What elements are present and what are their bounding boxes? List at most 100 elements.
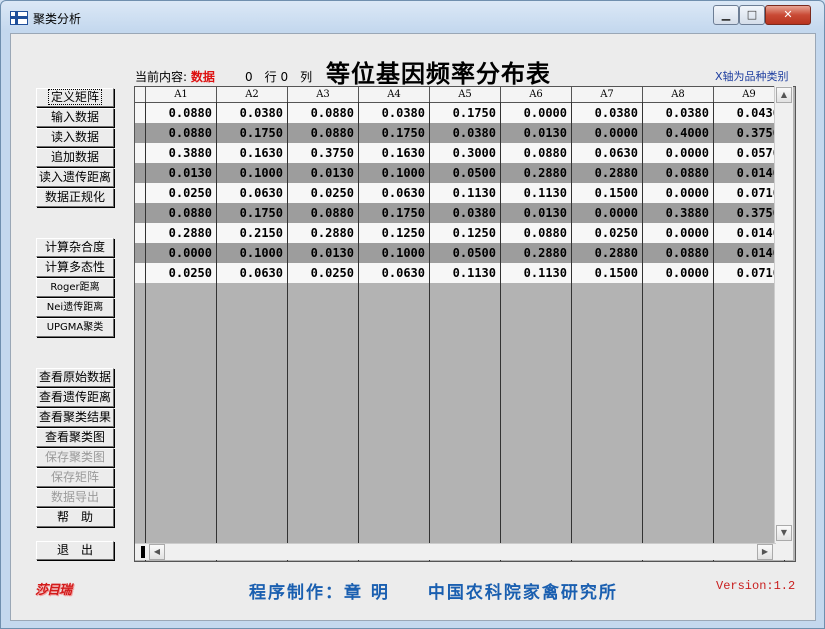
table-cell[interactable]: 0.0250 (146, 263, 217, 283)
table-row[interactable]: 0.2880 0.2150 0.2880 0.1250 0.1250 0.0880 0.02… (135, 223, 785, 243)
table-cell[interactable]: 0.0000 (146, 243, 217, 263)
scroll-right-arrow-icon[interactable]: ▶ (757, 544, 773, 560)
table-cell[interactable]: 0.1630 (217, 143, 288, 163)
table-cell[interactable]: 0.0880 (146, 203, 217, 223)
table-cell[interactable]: 0.0380 (217, 103, 288, 123)
title-bar[interactable]: 聚类分析 ▁ □ ✕ (1, 1, 824, 31)
table-cell[interactable]: 0.0000 (572, 123, 643, 143)
table-cell[interactable]: 0.0880 (288, 203, 359, 223)
sidebar-button[interactable]: 读入遗传距离 (36, 168, 114, 187)
column-header[interactable]: A2 (217, 87, 288, 102)
table-cell[interactable]: 0.0250 (288, 263, 359, 283)
table-cell[interactable]: 0.0000 (572, 203, 643, 223)
sidebar-button[interactable]: 查看聚类结果 (36, 408, 114, 427)
table-cell[interactable]: 0.1750 (430, 103, 501, 123)
table-cell[interactable]: 0.1000 (217, 243, 288, 263)
table-cell[interactable]: 0.0880 (501, 223, 572, 243)
data-grid[interactable]: A1 A2 A3 A4 A5 A6 A7 A8 A9 0.0880 0.0380 0.0880 0.0… (134, 86, 796, 562)
table-cell[interactable]: 0.0500 (430, 163, 501, 183)
sidebar-button[interactable]: 查看聚类图 (36, 428, 114, 447)
table-cell[interactable]: 0.0630 (359, 263, 430, 283)
table-cell[interactable]: 0.0130 (501, 203, 572, 223)
sidebar-button[interactable]: 追加数据 (36, 148, 114, 167)
table-cell[interactable]: 0.0630 (217, 183, 288, 203)
table-cell[interactable]: 0.0130 (146, 163, 217, 183)
table-cell[interactable]: 0.0630 (359, 183, 430, 203)
table-cell[interactable]: 0.1130 (501, 263, 572, 283)
scroll-up-arrow-icon[interactable]: ▲ (776, 87, 792, 103)
table-cell[interactable]: 0.0130 (288, 243, 359, 263)
table-cell[interactable]: 0.0000 (501, 103, 572, 123)
sidebar-button[interactable]: Nei遗传距离 (36, 298, 114, 317)
table-cell[interactable]: 0.0250 (146, 183, 217, 203)
table-row[interactable]: 0.0880 0.1750 0.0880 0.1750 0.0380 0.0130 0.00… (135, 203, 785, 223)
sidebar-button[interactable]: 读入数据 (36, 128, 114, 147)
sidebar-button[interactable]: 保存矩阵 (36, 468, 114, 487)
table-cell[interactable]: 0.0880 (643, 243, 714, 263)
table-cell[interactable]: 0.4000 (643, 123, 714, 143)
table-cell[interactable]: 0.0250 (572, 223, 643, 243)
table-cell[interactable]: 0.2880 (146, 223, 217, 243)
table-cell[interactable]: 0.2880 (501, 163, 572, 183)
table-cell[interactable]: 0.0380 (359, 103, 430, 123)
column-header[interactable]: A7 (572, 87, 643, 102)
table-cell[interactable]: 0.0380 (643, 103, 714, 123)
table-cell[interactable]: 0.1750 (359, 203, 430, 223)
table-row[interactable]: 0.0000 0.1000 0.0130 0.1000 0.0500 0.2880 0.28… (135, 243, 785, 263)
table-cell[interactable]: 0.2880 (501, 243, 572, 263)
table-cell[interactable]: 0.1000 (359, 243, 430, 263)
exit-button[interactable]: 退 出 (36, 541, 114, 560)
table-row[interactable]: 0.0250 0.0630 0.0250 0.0630 0.1130 0.1130 0.15… (135, 183, 785, 203)
sidebar-button[interactable]: 查看遗传距离 (36, 388, 114, 407)
table-cell[interactable]: 0.0130 (288, 163, 359, 183)
table-cell[interactable]: 0.0000 (643, 223, 714, 243)
table-cell[interactable]: 0.1750 (217, 203, 288, 223)
table-cell[interactable]: 0.1130 (430, 183, 501, 203)
table-cell[interactable]: 0.3000 (430, 143, 501, 163)
table-cell[interactable]: 0.2150 (217, 223, 288, 243)
sidebar-button[interactable]: UPGMA聚类 (36, 318, 114, 337)
table-cell[interactable]: 0.3880 (643, 203, 714, 223)
horizontal-scrollbar[interactable]: ◀ ▶ (135, 543, 776, 560)
table-cell[interactable]: 0.1130 (501, 183, 572, 203)
close-button[interactable]: ✕ (765, 5, 811, 25)
column-header[interactable]: A6 (501, 87, 572, 102)
table-cell[interactable]: 0.0000 (643, 183, 714, 203)
table-cell[interactable]: 0.1500 (572, 263, 643, 283)
scroll-thumb[interactable] (141, 546, 145, 558)
table-cell[interactable]: 0.1500 (572, 183, 643, 203)
table-cell[interactable]: 0.0880 (288, 103, 359, 123)
maximize-button[interactable]: □ (739, 5, 765, 25)
sidebar-button[interactable]: 计算多态性 (36, 258, 114, 277)
table-cell[interactable]: 0.0880 (288, 123, 359, 143)
table-cell[interactable]: 0.0630 (572, 143, 643, 163)
table-cell[interactable]: 0.2880 (572, 243, 643, 263)
table-cell[interactable]: 0.0630 (217, 263, 288, 283)
table-cell[interactable]: 0.3750 (288, 143, 359, 163)
table-cell[interactable]: 0.0000 (643, 143, 714, 163)
table-cell[interactable]: 0.1750 (217, 123, 288, 143)
column-header[interactable]: A5 (430, 87, 501, 102)
table-row[interactable]: 0.3880 0.1630 0.3750 0.1630 0.3000 0.0880 0.06… (135, 143, 785, 163)
table-row[interactable]: 0.0880 0.1750 0.0880 0.1750 0.0380 0.0130 0.00… (135, 123, 785, 143)
scroll-left-arrow-icon[interactable]: ◀ (149, 544, 165, 560)
sidebar-button[interactable]: 保存聚类图 (36, 448, 114, 467)
sidebar-button[interactable]: 帮 助 (36, 508, 114, 527)
table-cell[interactable]: 0.2880 (572, 163, 643, 183)
sidebar-button[interactable]: 查看原始数据 (36, 368, 114, 387)
table-cell[interactable]: 0.0000 (643, 263, 714, 283)
table-cell[interactable]: 0.1750 (359, 123, 430, 143)
table-cell[interactable]: 0.1130 (430, 263, 501, 283)
table-cell[interactable]: 0.1000 (359, 163, 430, 183)
table-cell[interactable]: 0.0250 (288, 183, 359, 203)
table-cell[interactable]: 0.0380 (430, 123, 501, 143)
table-cell[interactable]: 0.1630 (359, 143, 430, 163)
table-row[interactable]: 0.0880 0.0380 0.0880 0.0380 0.1750 0.0000 0.03… (135, 103, 785, 123)
table-cell[interactable]: 0.0500 (430, 243, 501, 263)
sidebar-button[interactable]: 输入数据 (36, 108, 114, 127)
sidebar-button[interactable]: 数据导出 (36, 488, 114, 507)
sidebar-button[interactable]: Roger距离 (36, 278, 114, 297)
sidebar-button[interactable]: 数据正规化 (36, 188, 114, 207)
column-header[interactable]: A8 (643, 87, 714, 102)
table-cell[interactable]: 0.1000 (217, 163, 288, 183)
